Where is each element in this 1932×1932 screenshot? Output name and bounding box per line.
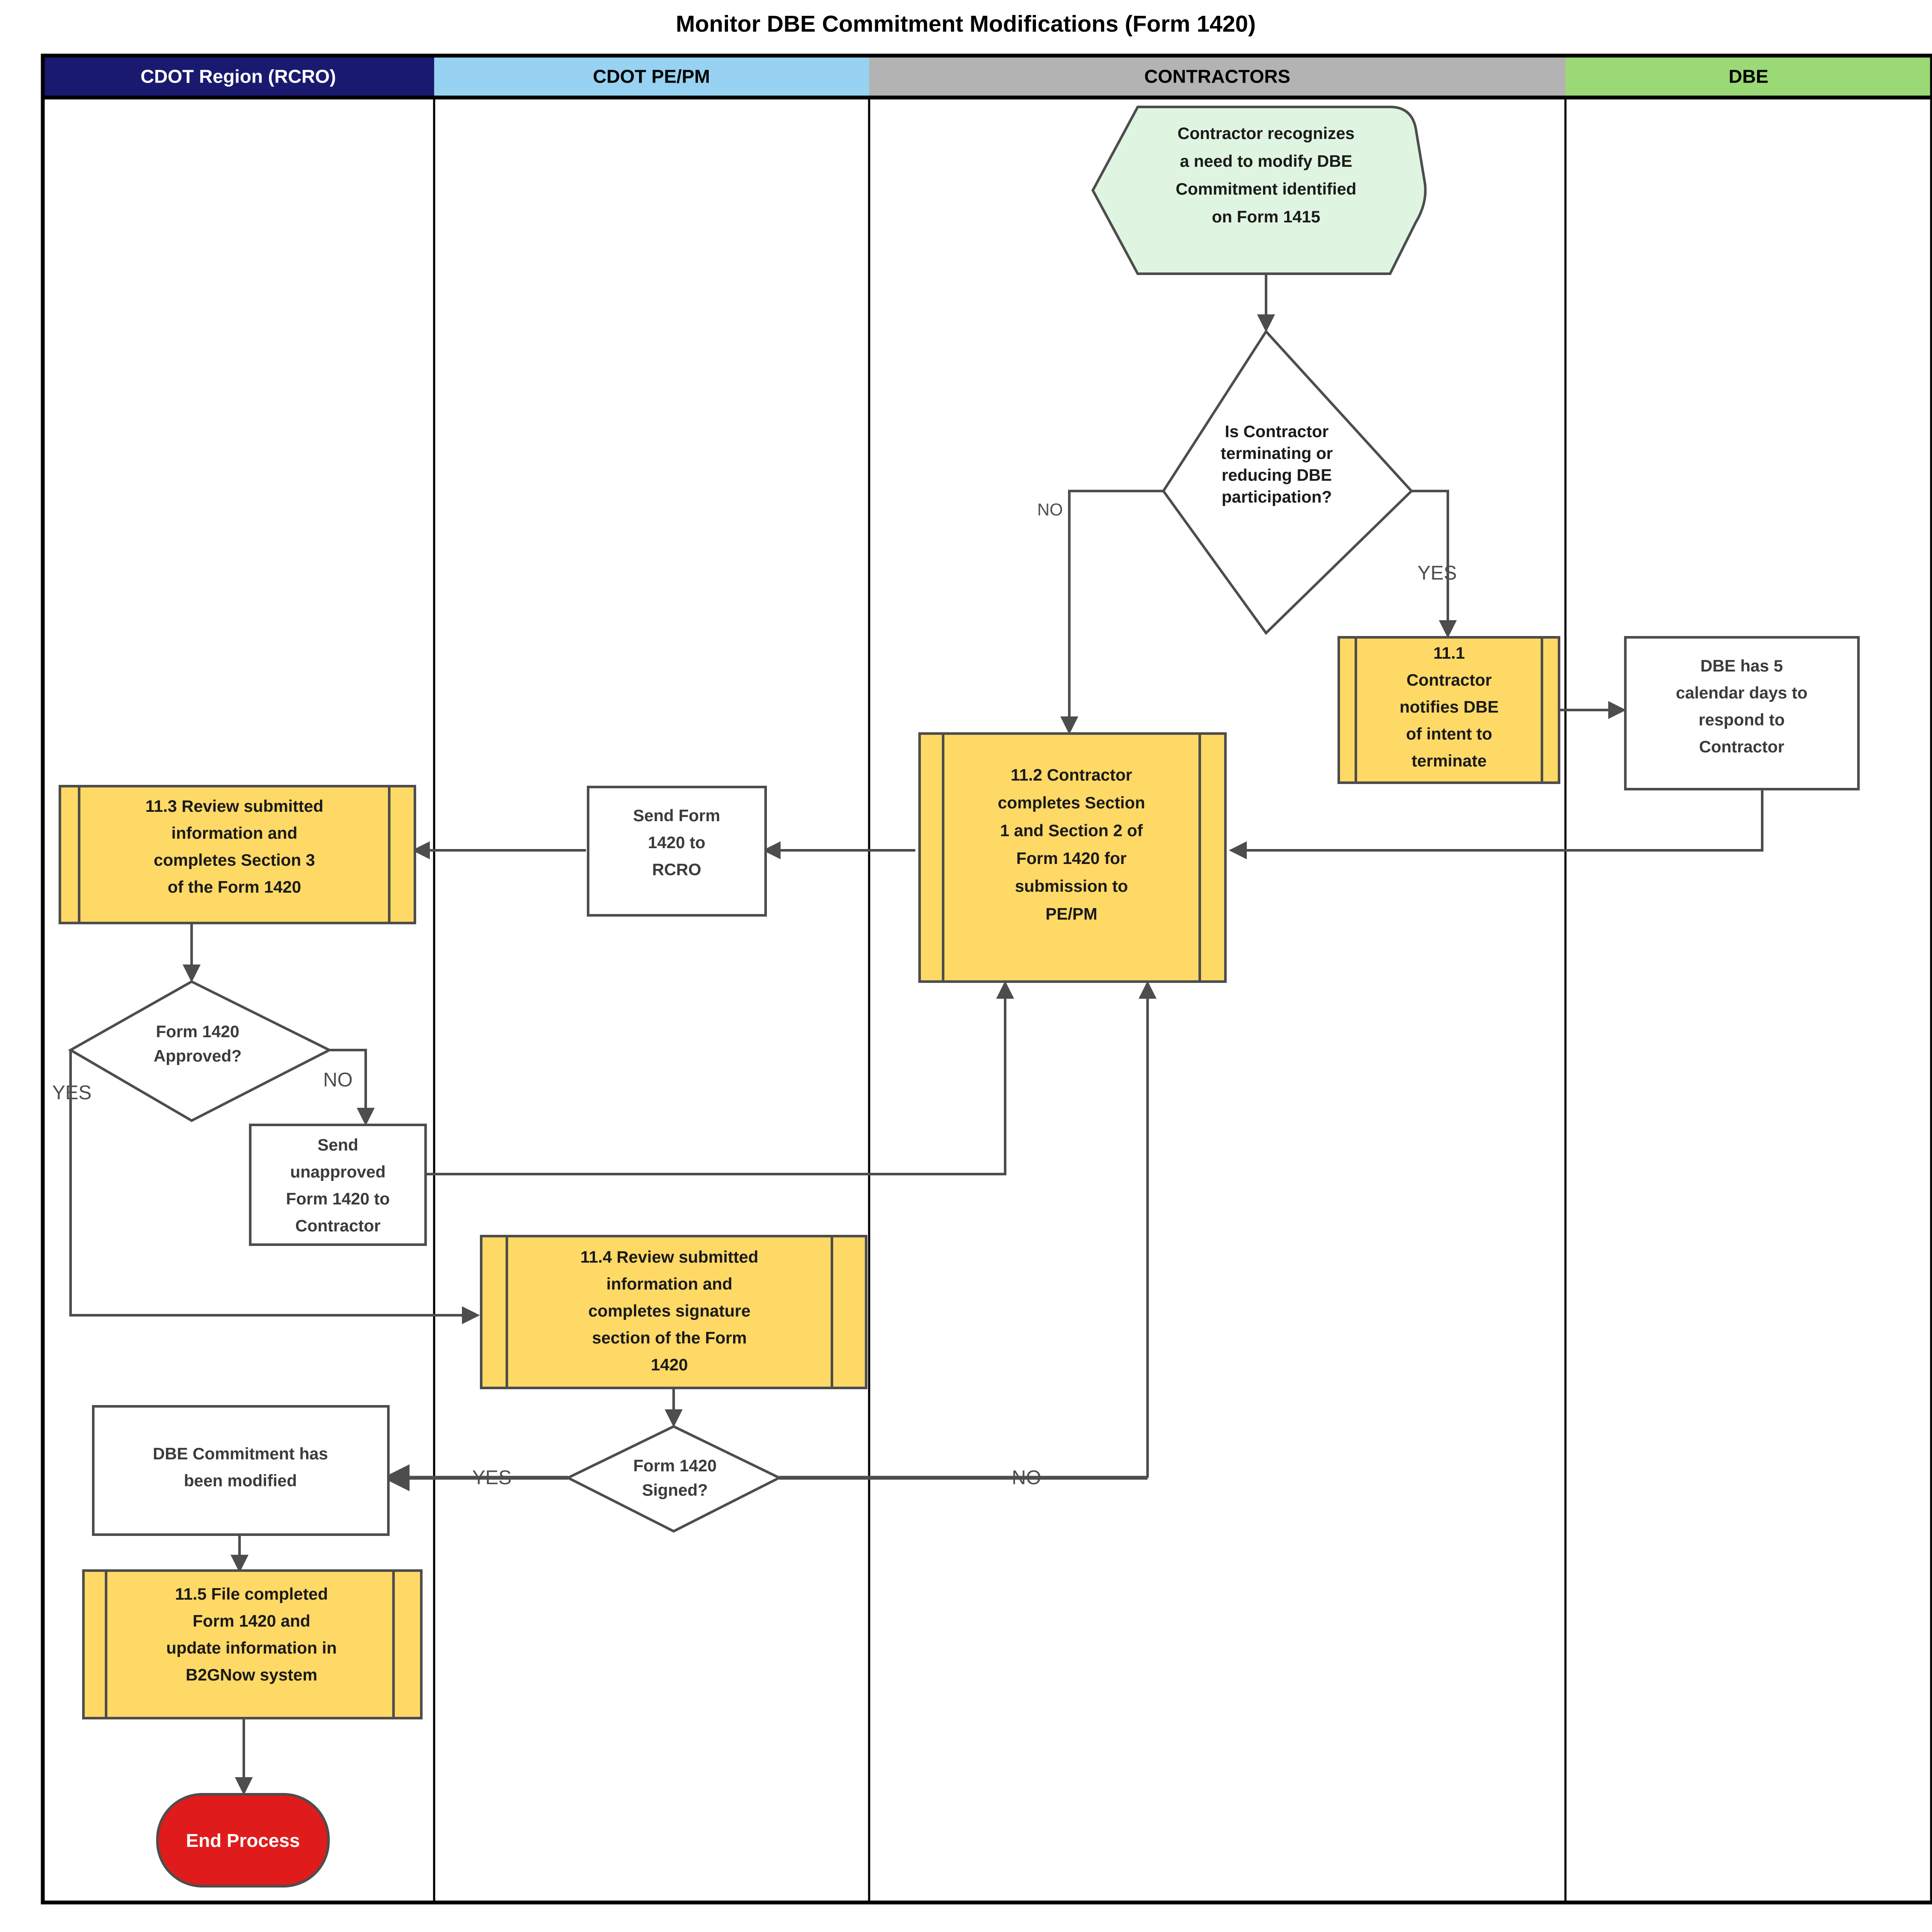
- step-11-2-line-5: PE/PM: [1045, 905, 1097, 923]
- node-dbe-respond[interactable]: DBE has 5 calendar days to respond to Co…: [1624, 636, 1860, 790]
- step-11-3-line-3: of the Form 1420: [168, 878, 301, 896]
- node-step-11-2[interactable]: 11.2 Contractor completes Section 1 and …: [918, 732, 1227, 983]
- node-start[interactable]: Contractor recognizes a need to modify D…: [1091, 106, 1427, 275]
- decision-approved-line-0: Form 1420: [156, 1023, 239, 1041]
- lane-label-rcro: CDOT Region (RCRO): [140, 66, 336, 87]
- node-send-unapproved[interactable]: Send unapproved Form 1420 to Contractor: [249, 1124, 427, 1246]
- diagram-title: Monitor DBE Commitment Modifications (Fo…: [676, 11, 1256, 37]
- lane-label-dbe: DBE: [1729, 66, 1769, 87]
- step-11-1-line-1: Contractor: [1406, 671, 1491, 689]
- send-form-rcro-line-0: Send Form: [633, 807, 720, 825]
- end-process-label: End Process: [186, 1830, 300, 1851]
- dbe-respond-line-3: Contractor: [1699, 738, 1784, 756]
- step-11-2-line-2: 1 and Section 2 of: [1000, 822, 1143, 840]
- flowchart-svg: Monitor DBE Commitment Modifications (Fo…: [41, 11, 1932, 1905]
- decision-terminating-line-2: reducing DBE: [1222, 466, 1332, 485]
- step-11-4-line-1: information and: [607, 1275, 733, 1293]
- start-line-2: Commitment identified: [1176, 180, 1357, 198]
- decision-signed-line-0: Form 1420: [633, 1457, 716, 1475]
- node-send-form-rcro[interactable]: Send Form 1420 to RCRO: [587, 786, 767, 917]
- step-11-2-line-4: submission to: [1015, 877, 1128, 896]
- dbe-respond-line-2: respond to: [1698, 711, 1785, 729]
- decision-signed-line-1: Signed?: [642, 1481, 708, 1500]
- decision-terminating-line-0: Is Contractor: [1225, 423, 1329, 441]
- edge-label-terminating-yes: YES: [1417, 562, 1457, 584]
- step-11-4-line-2: completes signature: [588, 1302, 750, 1320]
- node-step-11-4[interactable]: 11.4 Review submitted information and co…: [480, 1235, 867, 1389]
- step-11-2-line-3: Form 1420 for: [1016, 849, 1127, 868]
- send-form-rcro-line-1: 1420 to: [648, 834, 705, 852]
- step-11-3-line-2: completes Section 3: [154, 851, 315, 870]
- step-11-2-line-1: completes Section: [998, 794, 1145, 812]
- send-unapproved-line-0: Send: [317, 1136, 358, 1154]
- step-11-1-line-0: 11.1: [1433, 644, 1465, 663]
- node-step-11-3[interactable]: 11.3 Review submitted information and co…: [59, 785, 416, 924]
- edge-label-approved-no: NO: [323, 1068, 353, 1091]
- send-unapproved-line-1: unapproved: [290, 1163, 385, 1181]
- edge-label-terminating-no: NO: [1037, 500, 1063, 519]
- decision-approved-line-1: Approved?: [154, 1047, 242, 1065]
- decision-terminating-line-1: terminating or: [1221, 444, 1333, 463]
- step-11-1-line-2: notifies DBE: [1399, 698, 1499, 716]
- node-end-process[interactable]: End Process: [156, 1793, 330, 1888]
- send-unapproved-line-3: Contractor: [295, 1217, 380, 1235]
- step-11-5-line-2: update information in: [166, 1639, 337, 1657]
- step-11-3-line-0: 11.3 Review submitted: [145, 797, 323, 816]
- send-form-rcro-line-2: RCRO: [652, 861, 701, 879]
- step-11-2-line-0: 11.2 Contractor: [1011, 766, 1132, 784]
- node-step-11-1[interactable]: 11.1 Contractor notifies DBE of intent t…: [1337, 636, 1560, 784]
- start-line-0: Contractor recognizes: [1178, 124, 1355, 143]
- step-11-1-line-4: terminate: [1411, 752, 1487, 770]
- commitment-modified-line-0: DBE Commitment has: [153, 1445, 328, 1463]
- start-line-1: a need to modify DBE: [1180, 152, 1352, 171]
- step-11-5-line-3: B2GNow system: [186, 1666, 317, 1684]
- commitment-modified-line-1: been modified: [184, 1472, 297, 1490]
- node-commitment-modified[interactable]: DBE Commitment has been modified: [92, 1405, 390, 1536]
- start-line-3: on Form 1415: [1212, 208, 1320, 226]
- send-unapproved-line-2: Form 1420 to: [286, 1190, 390, 1208]
- step-11-1-line-3: of intent to: [1406, 725, 1492, 743]
- commitment-modified-shape: [92, 1405, 390, 1536]
- swimlane-header-row: CDOT Region (RCRO) CDOT PE/PM CONTRACTOR…: [43, 56, 1932, 98]
- lane-label-contractors: CONTRACTORS: [1144, 66, 1290, 87]
- node-step-11-5[interactable]: 11.5 File completed Form 1420 and update…: [82, 1569, 423, 1719]
- dbe-respond-line-0: DBE has 5: [1701, 657, 1783, 675]
- step-11-4-line-3: section of the Form: [592, 1329, 747, 1347]
- step-11-5-line-1: Form 1420 and: [192, 1612, 310, 1630]
- edge-label-signed-yes: YES: [472, 1466, 512, 1488]
- dbe-respond-line-1: calendar days to: [1676, 684, 1808, 702]
- flowchart-canvas: Monitor DBE Commitment Modifications (Fo…: [0, 0, 1932, 1932]
- step-11-5-line-0: 11.5 File completed: [175, 1585, 328, 1604]
- lane-label-pepm: CDOT PE/PM: [593, 66, 710, 87]
- edge-label-approved-yes: YES: [52, 1081, 92, 1104]
- decision-terminating-line-3: participation?: [1222, 488, 1332, 506]
- step-11-3-line-1: information and: [172, 824, 298, 843]
- step-11-4-line-4: 1420: [651, 1356, 688, 1374]
- edge-label-signed-no: NO: [1012, 1466, 1041, 1488]
- step-11-4-line-0: 11.4 Review submitted: [580, 1248, 758, 1266]
